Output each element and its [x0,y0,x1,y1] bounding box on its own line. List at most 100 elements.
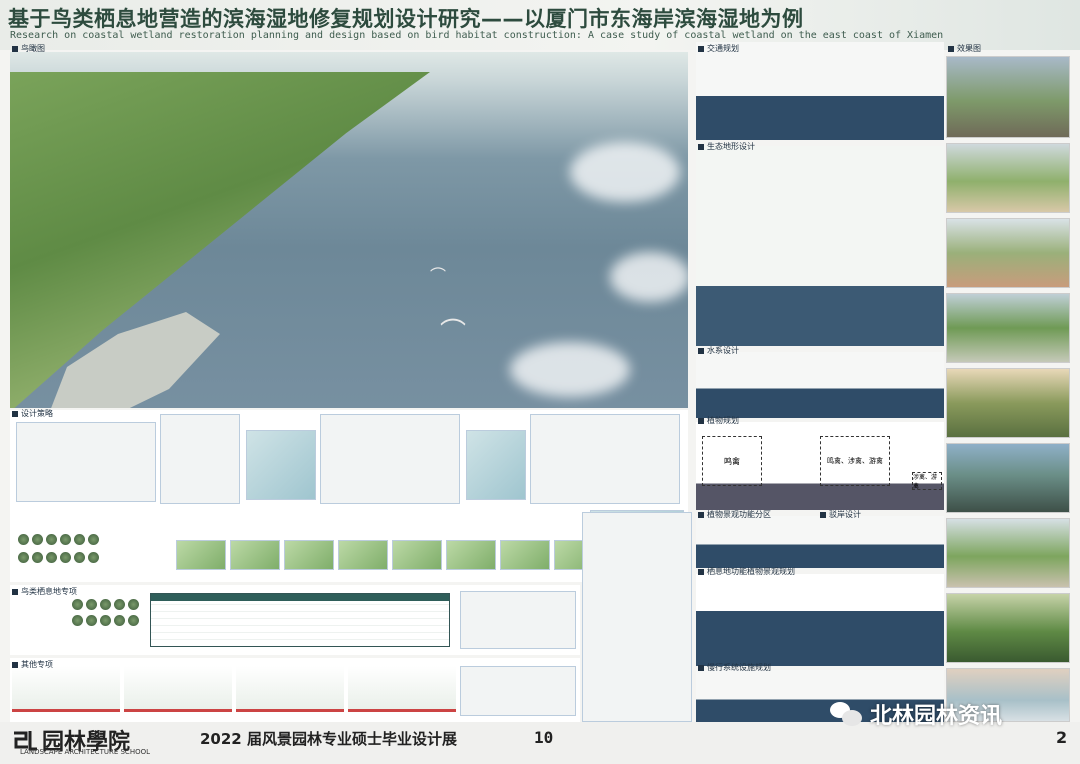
other-panel [10,658,580,722]
strategy-block [392,540,442,570]
exhibition-title: 2022 届风景园林专业硕士毕业设计展 [200,730,457,748]
strategy-block [284,540,334,570]
strategy-block [176,540,226,570]
square-bullet-icon [12,45,18,52]
traffic-label-text: 交通规划 [707,44,739,53]
effect-render-2 [946,143,1070,213]
bird-photo-row [18,552,99,563]
traffic-section-label: 交通规划 [698,43,739,54]
bird-photo-row [18,534,99,545]
habitat-planting-section-label: 栖息地功能植物景观规划 [698,566,795,577]
embankment-section-label: 驳岸设计 [820,509,861,520]
cloud-shape [610,252,688,302]
square-bullet-icon [948,45,954,52]
habitat-table [150,593,450,647]
strategy-label-text: 设计策略 [21,409,53,418]
strategy-block [500,540,550,570]
planting-label-b: 鸣禽、涉禽、游禽 [827,457,883,465]
effect-render-5 [946,368,1070,438]
page-number: 10 [534,728,554,747]
planting-zone-a: 鸣禽 [702,436,762,486]
profile-strip [124,666,232,712]
effect-render-7 [946,518,1070,588]
profile-strip [348,666,456,712]
bird-photo-row [72,599,139,610]
bird-photo-row [72,615,139,626]
topography-section-label: 生态地形设计 [698,141,755,152]
strategy-block [446,540,496,570]
page-number-right: 2 [1056,728,1068,747]
school-name-en: LANDSCAPE ARCHITECTURE SCHOOL [20,748,150,756]
habitat-planting-plan [696,574,944,666]
square-bullet-icon [12,410,18,417]
page-subtitle-en: Research on coastal wetland restoration … [10,30,944,41]
aerial-label-text: 鸟瞰图 [21,44,45,53]
strategy-diagram [530,414,680,504]
effects-section-label: 效果图 [948,43,981,54]
strategy-diagram [466,430,526,500]
topography-plan [696,146,944,346]
plant-zone-map [696,516,944,568]
habitat-planting-label-text: 栖息地功能植物景观规划 [707,567,795,576]
square-bullet-icon [820,511,826,518]
detail-diagrams [582,512,692,722]
strategy-map [16,422,156,502]
strategy-diagram [160,414,240,504]
other-diagram [460,666,576,716]
aerial-view-image: ⌒ ⌒ [10,52,688,408]
bird-habitat-panel [10,585,580,655]
cloud-shape [570,142,680,202]
strategy-diagram [246,430,316,500]
square-bullet-icon [698,143,704,150]
aerial-section-label: 鸟瞰图 [12,43,45,54]
strategy-diagram [320,414,460,504]
planting-section-label: 植物规划 [698,415,739,426]
plant-zones-section-label: 植物景观功能分区 [698,509,771,520]
strategy-block [230,540,280,570]
square-bullet-icon [12,661,18,668]
bird-habitat-section-label: 鸟类栖息地专项 [12,586,77,597]
strategy-block [338,540,388,570]
effects-label-text: 效果图 [957,44,981,53]
planting-label-text: 植物规划 [707,416,739,425]
planting-label-c: 涉禽、游禽 [913,474,938,490]
square-bullet-icon [12,588,18,595]
water-plan-map [696,352,944,418]
effect-render-3 [946,218,1070,288]
other-section-label: 其他专项 [12,659,53,670]
watermark-text: 北林园林资讯 [870,704,1003,729]
wechat-watermark: 北林园林资讯 [830,694,1002,734]
square-bullet-icon [698,45,704,52]
bird-icon: ⌒ [430,266,447,285]
effect-render-1 [946,56,1070,138]
effect-render-6 [946,443,1070,513]
plant-zones-label-text: 植物景观功能分区 [707,510,771,519]
planting-section: 鸣禽 鸣禽、涉禽、游禽 涉禽、游禽 [696,422,944,510]
effect-render-8 [946,593,1070,663]
habitat-flowchart [460,591,576,649]
profile-strip [236,666,344,712]
water-label-text: 水系设计 [707,346,739,355]
square-bullet-icon [698,417,704,424]
planting-zone-b: 鸣禽、涉禽、游禽 [820,436,890,486]
traffic-plan-map [696,42,944,140]
bird-icon: ⌒ [440,318,467,348]
water-section-label: 水系设计 [698,345,739,356]
embankment-label-text: 驳岸设计 [829,510,861,519]
topography-label-text: 生态地形设计 [707,142,755,151]
square-bullet-icon [698,568,704,575]
planting-label-a: 鸣禽 [724,456,740,466]
effect-render-4 [946,293,1070,363]
planting-zone-c: 涉禽、游禽 [912,472,942,490]
square-bullet-icon [698,511,704,518]
bird-habitat-label-text: 鸟类栖息地专项 [21,587,77,596]
cloud-shape [510,342,630,397]
square-bullet-icon [698,664,704,671]
coastal-land-shape [10,72,430,408]
wechat-icon [830,700,864,728]
trails-label-text: 慢行系统设施规划 [707,663,771,672]
trails-section-label: 慢行系统设施规划 [698,662,771,673]
square-bullet-icon [698,347,704,354]
page-title: 基于鸟类栖息地营造的滨海湿地修复规划设计研究——以厦门市东海岸滨海湿地为例 [8,7,804,31]
other-label-text: 其他专项 [21,660,53,669]
